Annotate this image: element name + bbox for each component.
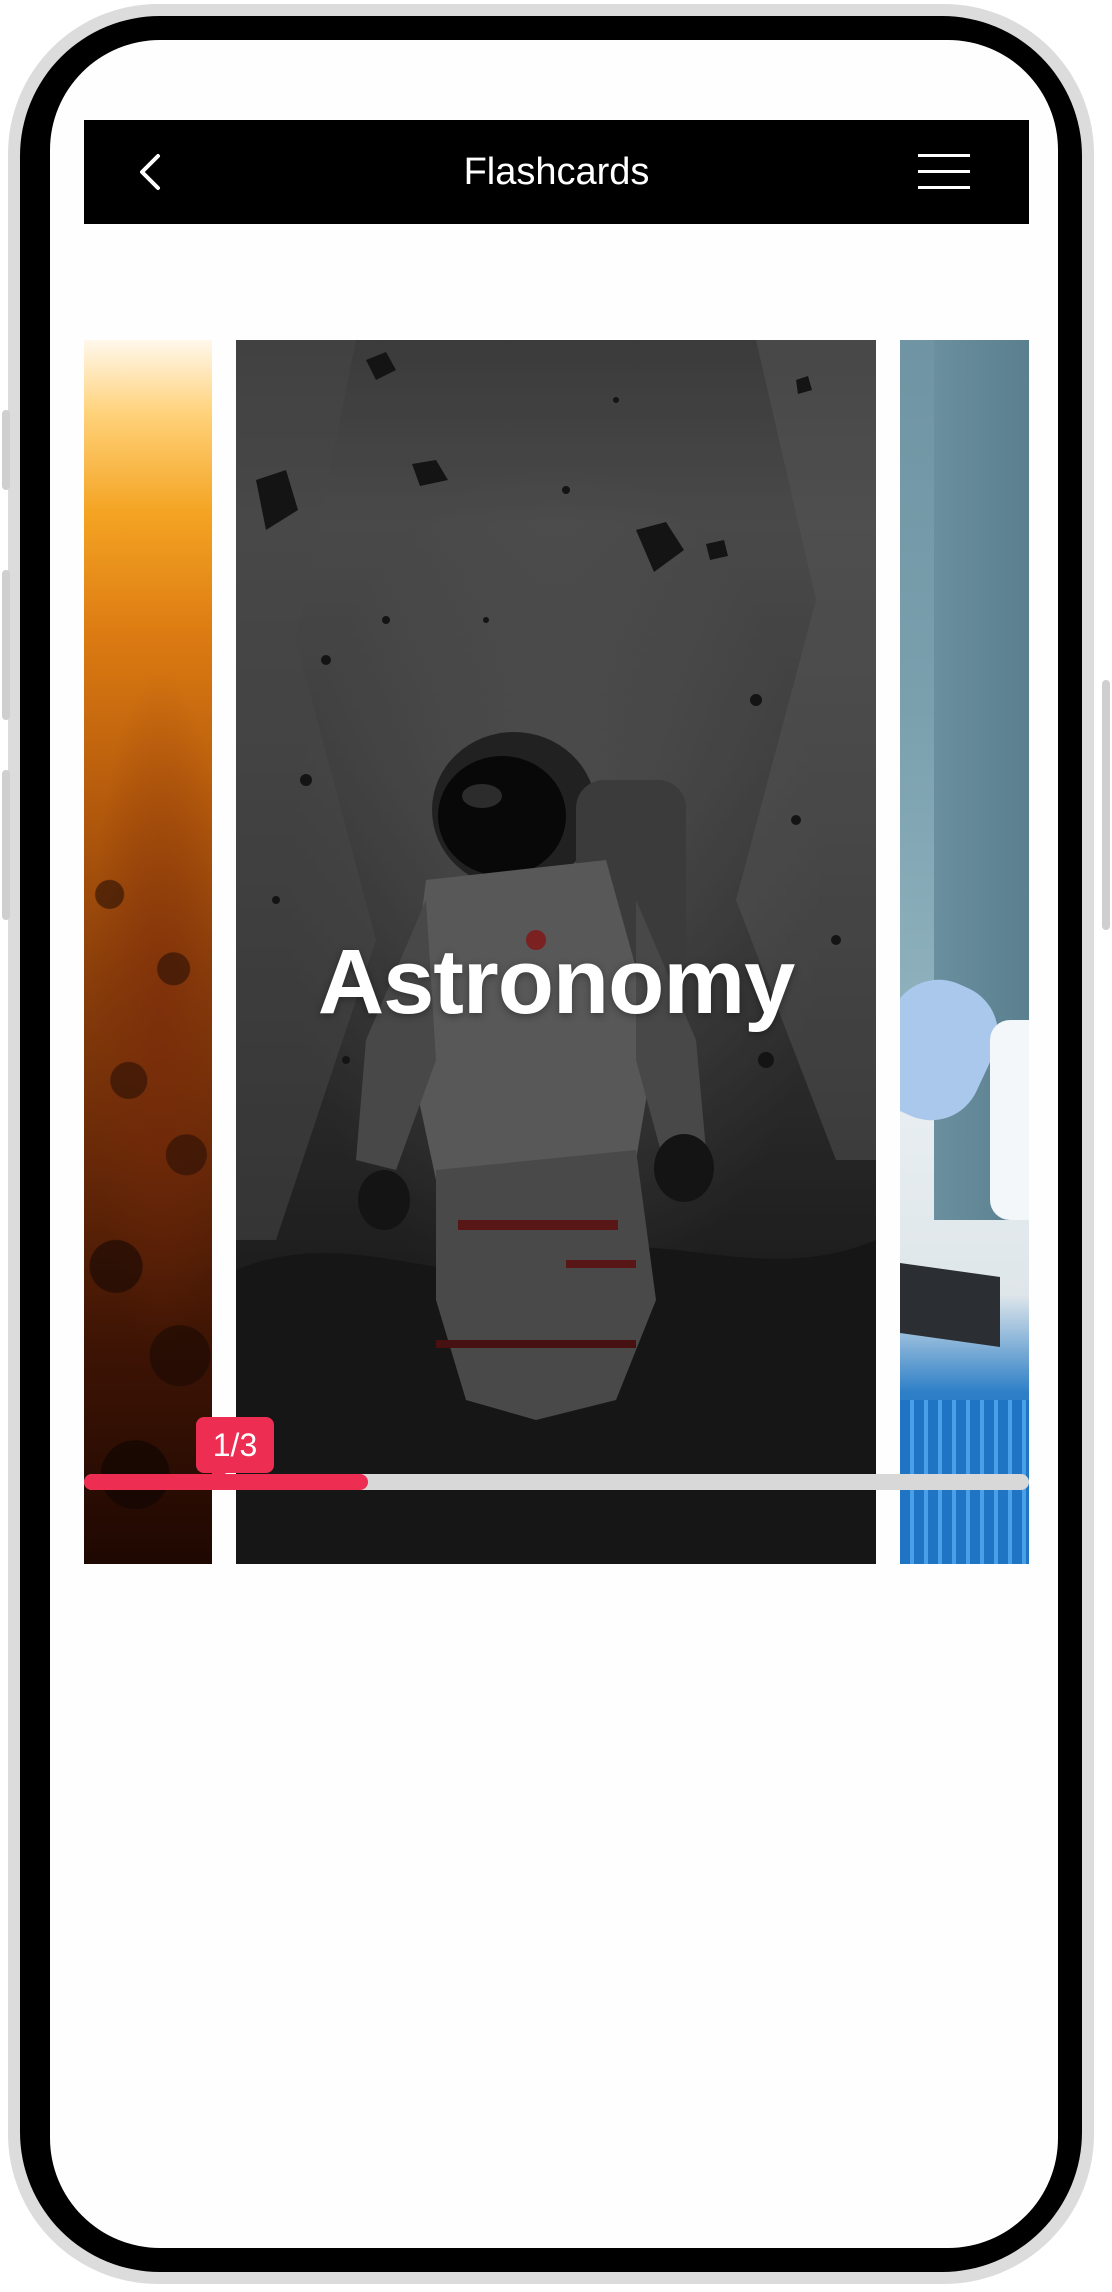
mute-switch xyxy=(2,770,10,920)
progress-bar-fill xyxy=(84,1474,368,1490)
page-title: Flashcards xyxy=(463,151,650,193)
volume-down-button xyxy=(2,570,10,720)
volume-up-button xyxy=(2,410,10,490)
lab-coat-image xyxy=(990,1020,1029,1220)
hamburger-menu-icon-line-top xyxy=(918,154,970,157)
hamburger-menu-icon-line-bottom xyxy=(918,186,970,189)
concert-crowd-image xyxy=(84,820,212,1564)
power-button xyxy=(1102,680,1110,930)
top-app-bar: Flashcards xyxy=(84,120,1029,224)
flashcard-previous[interactable] xyxy=(84,340,212,1564)
menu-button[interactable] xyxy=(914,148,974,196)
keyboard-image xyxy=(900,1262,1000,1348)
phone-screen: Flashcards Astronomy 1/3 xyxy=(50,40,1058,2248)
hamburger-menu-icon-line-middle xyxy=(918,170,970,173)
progress-counter-badge: 1/3 xyxy=(196,1417,274,1487)
flashcard-title: Astronomy xyxy=(317,931,796,1033)
progress-bar[interactable] xyxy=(84,1474,1029,1490)
flashcard-next[interactable] xyxy=(900,340,1029,1564)
flashcard-current[interactable]: Astronomy xyxy=(236,340,876,1564)
